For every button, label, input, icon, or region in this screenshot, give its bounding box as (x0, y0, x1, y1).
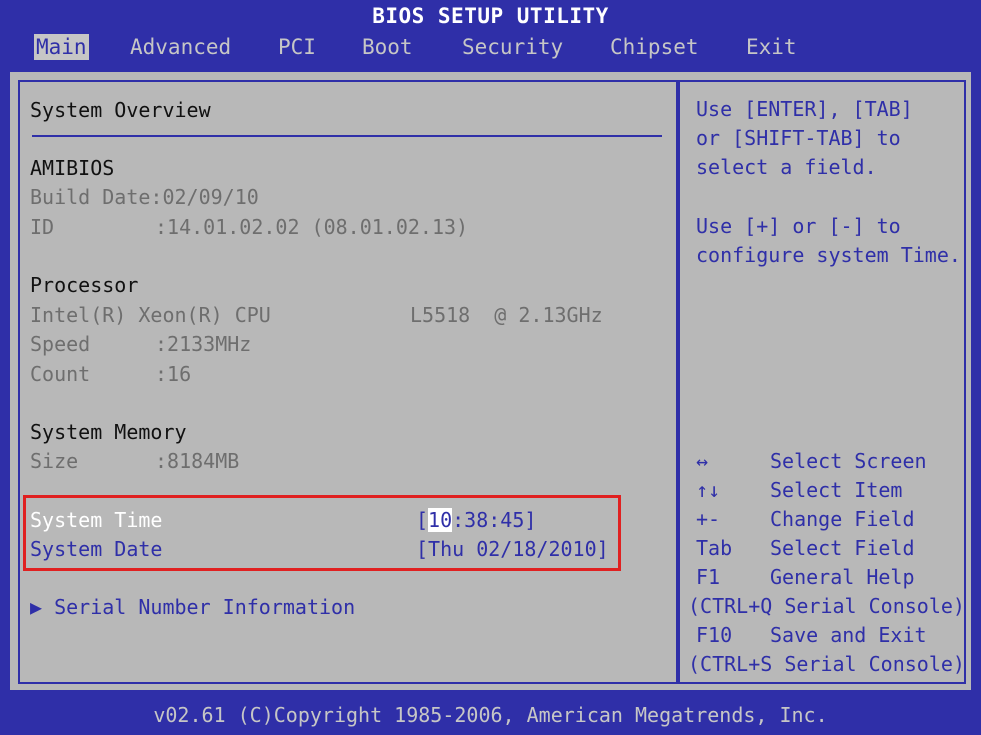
count-value: :16 (155, 362, 192, 386)
count-label: Count (30, 362, 91, 386)
bios-screen: BIOS SETUP UTILITY Main Advanced PCI Boo… (0, 0, 981, 735)
time-hour-field[interactable]: 10 (428, 508, 453, 532)
speed-label: Speed (30, 332, 91, 356)
key-tab: Tab (696, 536, 733, 560)
system-time-label[interactable]: System Time (30, 508, 162, 532)
system-date-field[interactable]: [Thu 02/18/2010] (416, 537, 609, 561)
system-date-label[interactable]: System Date (30, 537, 162, 561)
overview-divider (32, 135, 662, 137)
key-left-right-icon: ↔ (696, 449, 709, 473)
cpu-model: L5518 @ 2.13GHz (410, 303, 603, 327)
key-general-help: General Help (770, 565, 915, 589)
menu-main[interactable]: Main (34, 34, 89, 60)
id-label: ID (30, 215, 55, 239)
menu-advanced[interactable]: Advanced (128, 34, 233, 60)
menu-boot[interactable]: Boot (360, 34, 415, 60)
memory-label: System Memory (30, 420, 187, 444)
menu-pci[interactable]: PCI (276, 34, 318, 60)
key-select-screen: Select Screen (770, 449, 927, 473)
help-line-3: select a field. (696, 155, 877, 179)
system-overview-heading: System Overview (30, 98, 211, 122)
menu-bar: Main Advanced PCI Boot Security Chipset … (14, 32, 981, 66)
processor-label: Processor (30, 273, 139, 297)
help-line-5: Use [+] or [-] to (696, 214, 901, 238)
key-f1: F1 (696, 565, 721, 589)
menu-chipset[interactable]: Chipset (608, 34, 701, 60)
key-select-item: Select Item (770, 478, 903, 502)
key-f10: F10 (696, 623, 733, 647)
amibios-label: AMIBIOS (30, 156, 115, 180)
key-plus-minus: +- (696, 507, 721, 531)
left-pane-frame (18, 80, 678, 684)
time-rest[interactable]: :38:45] (452, 508, 536, 532)
key-change-field: Change Field (770, 507, 915, 531)
serial-number-info-link[interactable]: ▶ Serial Number Information (30, 595, 355, 619)
time-open-bracket: [ (416, 508, 429, 532)
key-up-down-icon: ↑↓ (696, 478, 721, 502)
speed-value: :2133MHz (155, 332, 252, 356)
help-line-6: configure system Time. (696, 243, 961, 267)
copyright-footer: v02.61 (C)Copyright 1985-2006, American … (153, 703, 828, 727)
main-panel: System Overview AMIBIOS Build Date:02/09… (8, 70, 973, 692)
id-value: :14.01.02.02 (08.01.02.13) (155, 215, 469, 239)
help-line-2: or [SHIFT-TAB] to (696, 126, 901, 150)
bios-title: BIOS SETUP UTILITY (372, 4, 609, 28)
memory-size-value: :8184MB (155, 449, 240, 473)
cpu-name: Intel(R) Xeon(R) CPU (30, 303, 271, 327)
memory-size-label: Size (30, 449, 79, 473)
key-save-exit: Save and Exit (770, 623, 927, 647)
menu-exit[interactable]: Exit (744, 34, 799, 60)
build-date: Build Date:02/09/10 (30, 185, 259, 209)
key-select-field: Select Field (770, 536, 915, 560)
key-serial-console-q: (CTRL+Q Serial Console) (688, 594, 965, 618)
key-serial-console-s: (CTRL+S Serial Console) (688, 652, 965, 676)
system-time-field[interactable]: [10:38:45] (416, 508, 536, 532)
menu-security[interactable]: Security (460, 34, 565, 60)
help-line-1: Use [ENTER], [TAB] (696, 97, 913, 121)
